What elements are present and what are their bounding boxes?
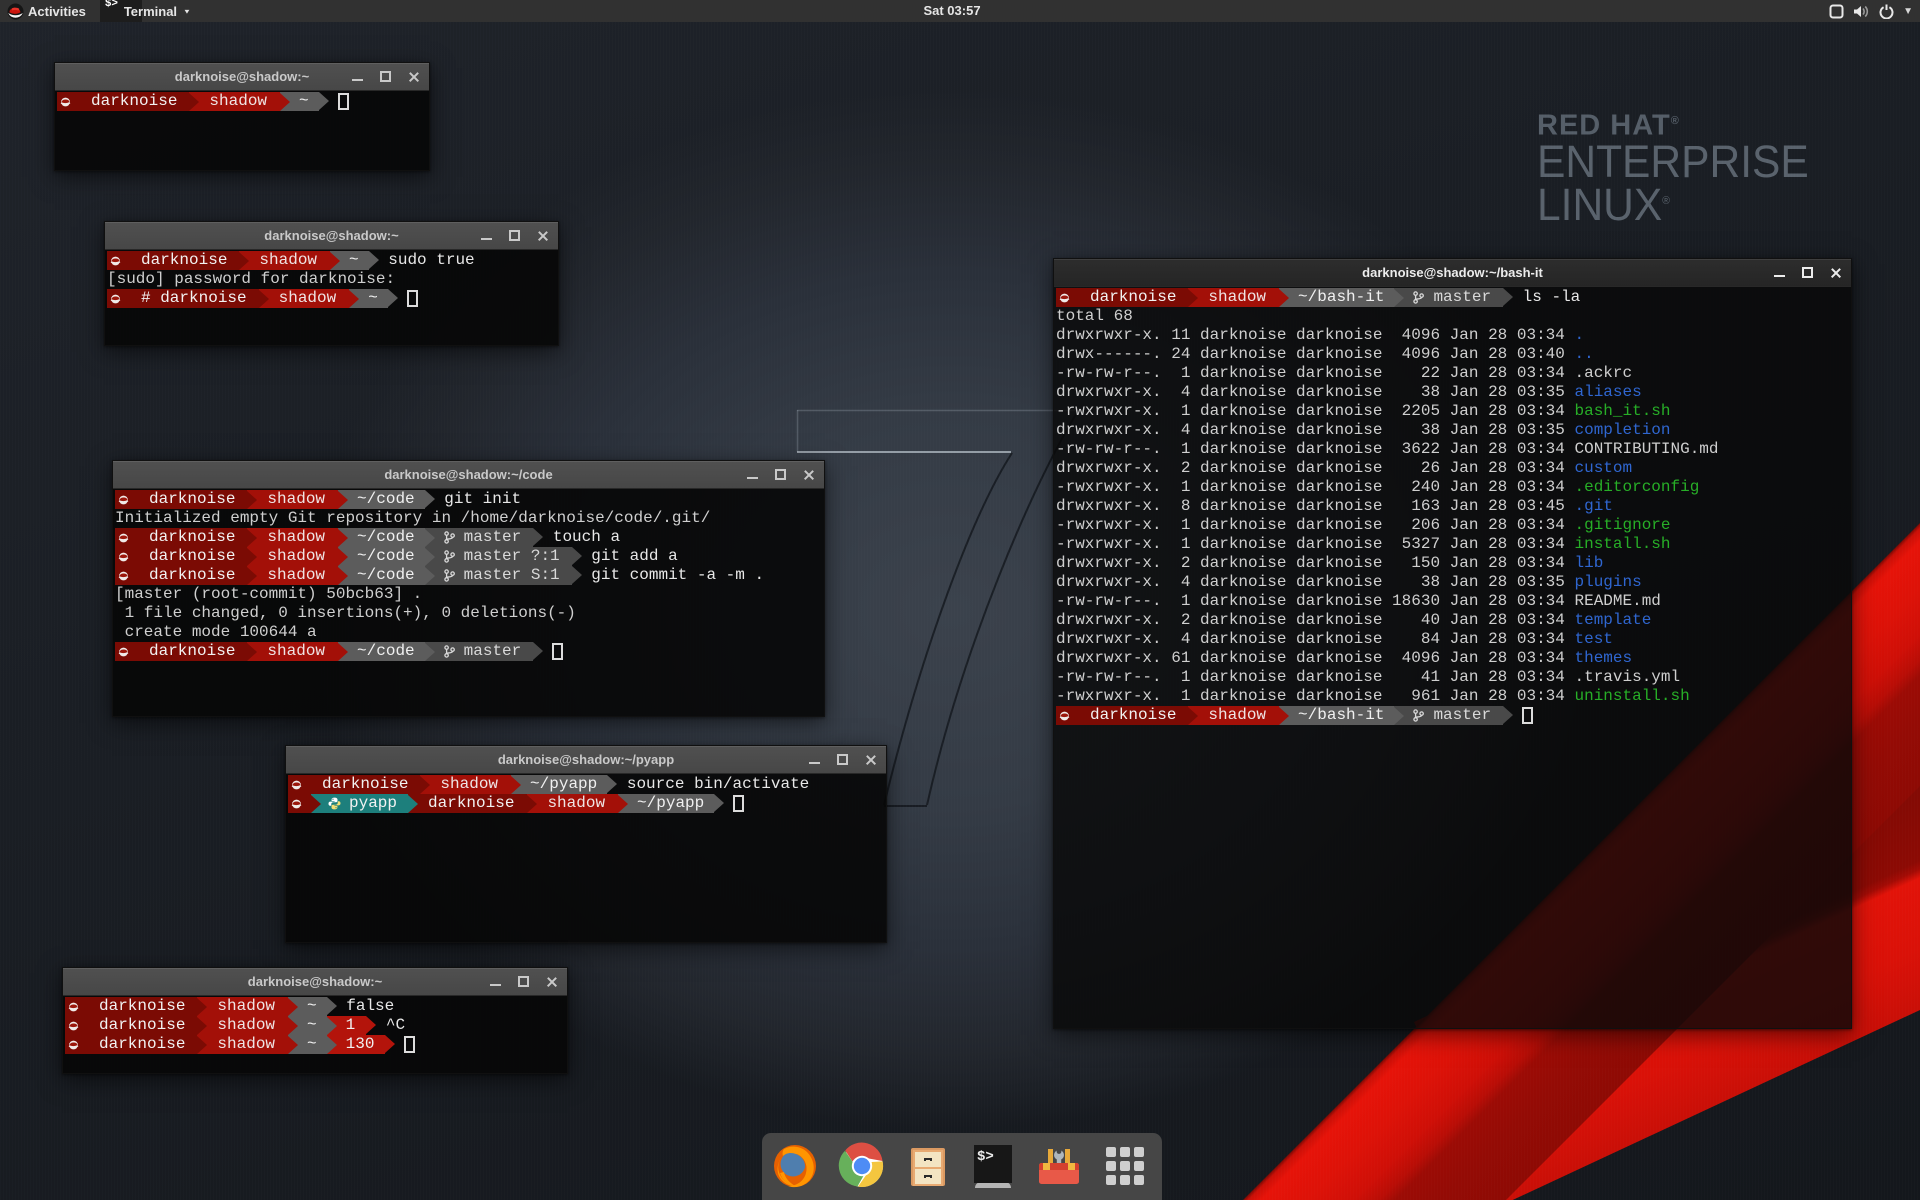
svg-text:$>: $> [977,1149,994,1165]
